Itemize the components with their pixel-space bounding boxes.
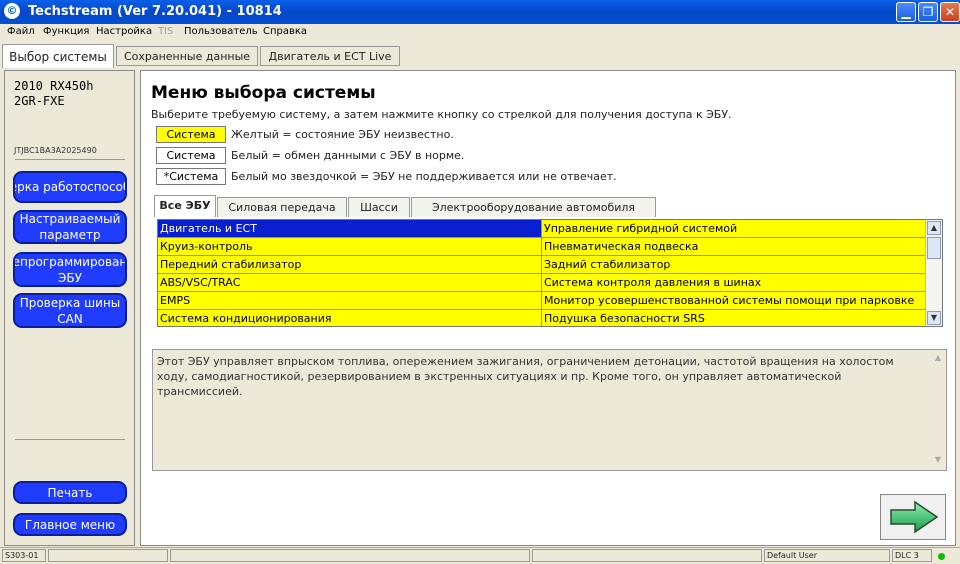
scroll-up-icon[interactable]: ▲ xyxy=(932,352,944,364)
description-scrollbar[interactable]: ▲ ▼ xyxy=(930,350,946,470)
ecu-description-box: Этот ЭБУ управляет впрыском топлива, опе… xyxy=(152,349,947,471)
table-row: Круиз-контроль Пневматическая подвеска xyxy=(158,238,928,256)
vehicle-info: 2010 RX450h 2GR-FXE xyxy=(14,79,93,109)
tab-chassis[interactable]: Шасси xyxy=(348,197,410,217)
ecu-parking-assist[interactable]: Монитор усовершенствованной системы помо… xyxy=(542,292,928,310)
ecu-air-conditioning[interactable]: Система кондиционирования xyxy=(158,310,542,326)
instruction-text: Выберите требуемую систему, а затем нажм… xyxy=(151,108,732,121)
customize-button[interactable]: Настраиваемый параметр xyxy=(13,210,127,244)
ecu-list: Двигатель и ECT Управление гибридной сис… xyxy=(157,219,943,327)
status-code: S303-01 xyxy=(2,549,46,562)
page-title: Меню выбора системы xyxy=(151,83,376,103)
ecu-reprogram-button[interactable]: репрограммировани ЭБУ xyxy=(13,252,127,287)
menu-user[interactable]: Пользователь xyxy=(184,26,258,37)
ecu-tire-pressure[interactable]: Система контроля давления в шинах xyxy=(542,274,928,292)
menu-help[interactable]: Справка xyxy=(263,26,307,37)
title-bar: © Techstream (Ver 7.20.041) - 10814 ▁ ❐ … xyxy=(0,0,960,24)
table-row: ABS/VSC/TRAC Система контроля давления в… xyxy=(158,274,928,292)
menu-function[interactable]: Функция xyxy=(43,26,89,37)
status-bar: S303-01 Default User DLC 3 xyxy=(0,547,960,564)
divider xyxy=(15,159,125,160)
table-row: Двигатель и ECT Управление гибридной сис… xyxy=(158,220,928,238)
connection-status-icon xyxy=(938,553,945,560)
ecu-abs-vsc-trac[interactable]: ABS/VSC/TRAC xyxy=(158,274,542,292)
table-row: Система кондиционирования Подушка безопа… xyxy=(158,310,928,326)
ecu-air-suspension[interactable]: Пневматическая подвеска xyxy=(542,238,928,256)
next-button[interactable] xyxy=(880,494,946,540)
main-panel: Меню выбора системы Выберите требуемую с… xyxy=(140,70,956,546)
status-cell xyxy=(48,549,168,562)
ecu-engine-ect[interactable]: Двигатель и ECT xyxy=(158,220,542,238)
vehicle-model: 2010 RX450h xyxy=(14,79,94,93)
can-bus-check-button[interactable]: Проверка шины CAN xyxy=(13,293,127,328)
divider xyxy=(15,439,125,440)
status-cell xyxy=(170,549,530,562)
legend-box-star: *Система xyxy=(156,168,226,185)
close-button[interactable]: ✕ xyxy=(940,2,960,22)
ecu-hybrid-control[interactable]: Управление гибридной системой xyxy=(542,220,928,238)
legend-text-white: Белый = обмен данными с ЭБУ в норме. xyxy=(231,149,465,162)
ecu-cruise-control[interactable]: Круиз-контроль xyxy=(158,238,542,256)
table-row: Передний стабилизатор Задний стабилизато… xyxy=(158,256,928,274)
top-tabs: Выбор системы Сохраненные данные Двигате… xyxy=(0,44,960,68)
legend-box-white: Система xyxy=(156,147,226,164)
arrow-right-icon xyxy=(890,500,939,534)
tab-all-ecu[interactable]: Все ЭБУ xyxy=(154,195,216,217)
tab-powertrain[interactable]: Силовая передача xyxy=(217,197,347,217)
minimize-button[interactable]: ▁ xyxy=(896,2,916,22)
table-row: EMPS Монитор усовершенствованной системы… xyxy=(158,292,928,310)
tab-saved-data[interactable]: Сохраненные данные xyxy=(116,46,258,66)
scroll-up-icon[interactable]: ▲ xyxy=(927,221,941,235)
status-dlc: DLC 3 xyxy=(892,549,932,562)
ecu-front-stabilizer[interactable]: Передний стабилизатор xyxy=(158,256,542,274)
app-icon: © xyxy=(4,3,20,19)
status-user: Default User xyxy=(764,549,890,562)
tab-engine-ect-live[interactable]: Двигатель и ECT Live xyxy=(260,46,400,66)
status-cell xyxy=(532,549,762,562)
ecu-emps[interactable]: EMPS xyxy=(158,292,542,310)
left-panel: 2010 RX450h 2GR-FXE JTJBC1BA3A2025490 ер… xyxy=(4,70,135,546)
legend-text-yellow: Желтый = состояние ЭБУ неизвестно. xyxy=(231,128,454,141)
maximize-button[interactable]: ❐ xyxy=(918,2,938,22)
scroll-down-icon[interactable]: ▼ xyxy=(927,311,941,325)
ecu-description-text: Этот ЭБУ управляет впрыском топлива, опе… xyxy=(157,355,894,398)
window-title: Techstream (Ver 7.20.041) - 10814 xyxy=(28,4,282,19)
scroll-thumb[interactable] xyxy=(927,237,941,259)
tab-body-electrical[interactable]: Электрооборудование автомобиля xyxy=(411,197,656,217)
menu-tis[interactable]: TIS xyxy=(158,26,173,37)
health-check-button[interactable]: ерка работоспособ xyxy=(13,171,127,203)
tab-system-select[interactable]: Выбор системы xyxy=(2,44,114,68)
legend-box-yellow: Система xyxy=(156,126,226,143)
vin-number: JTJBC1BA3A2025490 xyxy=(14,146,97,155)
main-menu-button[interactable]: Главное меню xyxy=(13,513,127,536)
menu-settings[interactable]: Настройка xyxy=(96,26,152,37)
ecu-rear-stabilizer[interactable]: Задний стабилизатор xyxy=(542,256,928,274)
legend-text-star: Белый мо звездочкой = ЭБУ не поддерживае… xyxy=(231,170,617,183)
print-button[interactable]: Печать xyxy=(13,481,127,504)
ecu-srs-airbag[interactable]: Подушка безопасности SRS xyxy=(542,310,928,326)
scroll-down-icon[interactable]: ▼ xyxy=(932,454,944,466)
menu-file[interactable]: Файл xyxy=(7,26,35,37)
menu-bar: Файл Функция Настройка TIS Пользователь … xyxy=(0,24,960,42)
ecu-list-scrollbar[interactable]: ▲ ▼ xyxy=(925,220,942,326)
vehicle-engine: 2GR-FXE xyxy=(14,94,65,108)
